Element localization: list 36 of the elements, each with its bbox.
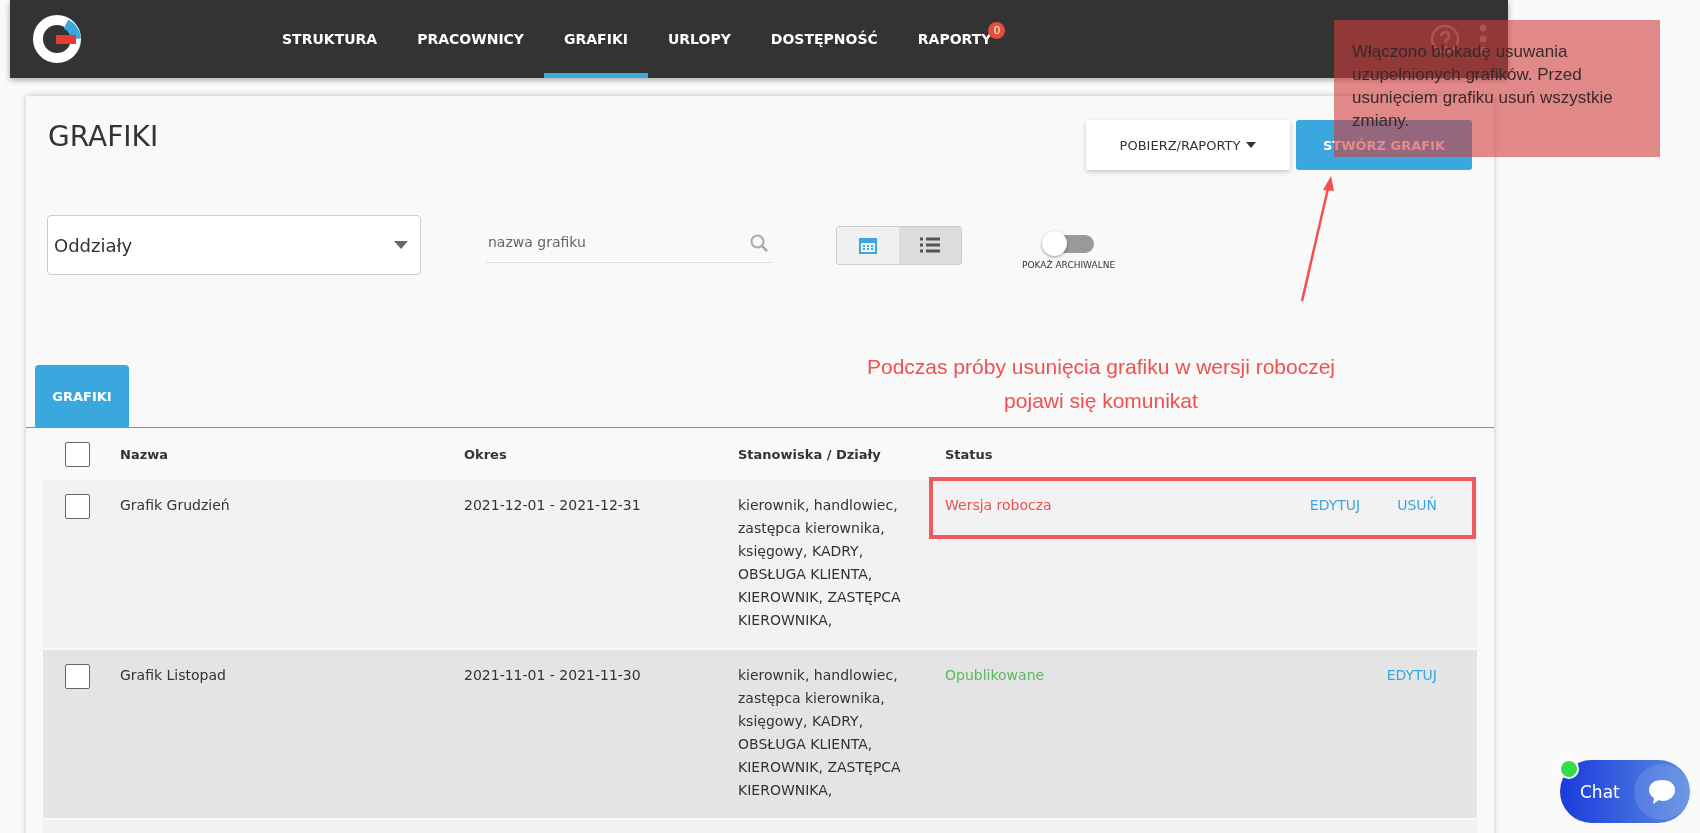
row-checkbox[interactable]	[65, 494, 90, 519]
nav-tab[interactable]: STRUKTURA	[262, 0, 398, 78]
nav-tab[interactable]: GRAFIKI	[544, 0, 648, 78]
row-checkbox[interactable]	[65, 664, 90, 689]
speech-bubble-icon	[1646, 777, 1677, 806]
annotation-text: Podczas próby usunięcia grafiku w wersji roboczej pojawi się komunikat	[865, 354, 1337, 414]
table-cell-text: 2021-11-01 - 2021-11-30	[464, 666, 642, 685]
calendar-icon	[859, 236, 877, 254]
table-cell-text: Grafik Grudzień	[120, 496, 231, 515]
branch-select[interactable]: Oddziały	[47, 215, 421, 275]
search-field[interactable]: nazwa grafiku	[486, 227, 772, 263]
nav-tab[interactable]: PRACOWNICY	[397, 0, 544, 78]
column-header: Status	[945, 446, 994, 462]
column-header: Stanowiska / Działy	[738, 446, 882, 462]
table-cell-text: Grafik Listopad	[120, 666, 227, 685]
logo-icon	[32, 14, 82, 64]
archive-toggle[interactable]	[1041, 230, 1096, 256]
list-icon	[920, 237, 940, 253]
caret-icon	[1246, 142, 1257, 148]
table-cell-text: 2021-12-01 - 2021-12-31	[464, 496, 642, 515]
search-icon	[750, 233, 768, 252]
list-view-button[interactable]	[899, 226, 961, 264]
column-header: Okres	[464, 446, 508, 462]
table-cell-text: kierownik, handlowiec, zastępca kierownika, księgowy, KADRY, OBSŁUGA KLIENTA, KIEROWNIK, ZASTĘPCA KIEROWNIKA,	[738, 496, 902, 630]
page-title: GRAFIKI	[48, 120, 159, 153]
chat-button[interactable]: Chat	[1560, 760, 1690, 823]
status-text: Opublikowane	[945, 667, 1045, 683]
nav-tab[interactable]: URLOPY	[647, 0, 751, 78]
table-cell-text: kierownik, handlowiec, zastępca kierownika, księgowy, KADRY, OBSŁUGA KLIENTA, KIEROWNIK, ZASTĘPCA KIEROWNIKA,	[738, 666, 902, 800]
status-text: Wersja robocza	[945, 497, 1052, 513]
caret-icon	[394, 241, 408, 249]
select-all-checkbox[interactable]	[65, 441, 90, 467]
download-button[interactable]: POBIERZ/RAPORTY	[1086, 120, 1290, 170]
archive-label: POKAŻ ARCHIWALNE	[1022, 259, 1116, 270]
nav-tab[interactable]: DOSTĘPNOŚĆ	[750, 0, 898, 78]
column-header: Nazwa	[120, 446, 169, 462]
